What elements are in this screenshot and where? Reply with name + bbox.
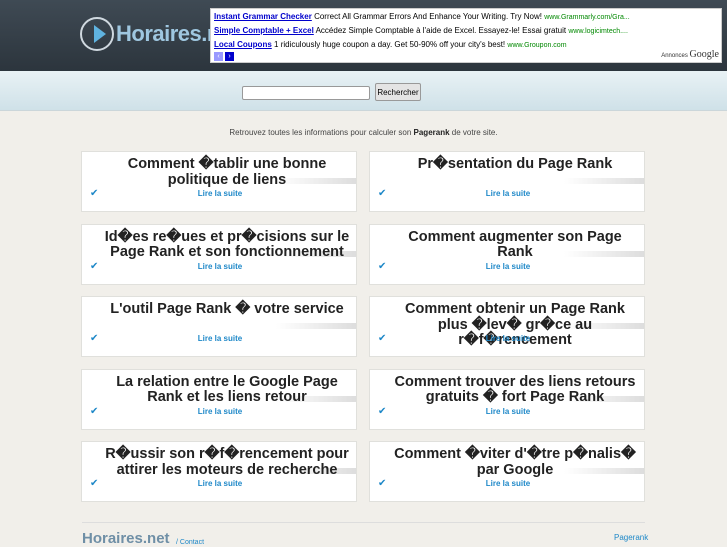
search-button[interactable]: Rechercher xyxy=(375,83,421,101)
ads-by-google[interactable]: Annonces Google xyxy=(661,49,719,60)
article-title[interactable]: R�ussir son r�f�rencement pour attirer l… xyxy=(102,446,352,478)
search-input[interactable] xyxy=(242,86,370,100)
article-title[interactable]: Comment trouver des liens retours gratui… xyxy=(390,374,640,406)
intro-before: Retrouvez toutes les informations pour c… xyxy=(229,128,412,137)
intro-after: de votre site. xyxy=(451,128,498,137)
article-card: Comment �viter d'�tre p�nalis� par Googl… xyxy=(369,441,645,502)
ad-text: Accédez Simple Comptable à l'aide de Exc… xyxy=(315,26,567,35)
article-card: Comment �tablir une bonne politique de l… xyxy=(81,151,357,212)
article-title[interactable]: La relation entre le Google Page Rank et… xyxy=(102,374,352,406)
ad-item[interactable]: Local Coupons 1 ridiculously huge coupon… xyxy=(214,38,718,52)
article-title[interactable]: L'outil Page Rank � votre service xyxy=(102,301,352,318)
intro-text: Retrouvez toutes les informations pour c… xyxy=(0,128,727,137)
read-more-link[interactable]: Lire la suite xyxy=(82,262,358,271)
article-card: R�ussir son r�f�rencement pour attirer l… xyxy=(81,441,357,502)
read-more-link[interactable]: Lire la suite xyxy=(82,189,358,198)
ad-title[interactable]: Local Coupons xyxy=(214,40,272,49)
read-more-link[interactable]: Lire la suite xyxy=(370,479,646,488)
article-card: Id�es re�ues et pr�cisions sur le Page R… xyxy=(81,223,358,285)
logo-text: Horaires xyxy=(116,21,202,46)
ad-text: Correct All Grammar Errors And Enhance Y… xyxy=(314,12,542,21)
read-more-link[interactable]: Lire la suite xyxy=(82,334,358,343)
title-underline xyxy=(276,323,356,329)
article-title[interactable]: Comment augmenter son Page Rank xyxy=(390,229,640,261)
ad-url[interactable]: www.Groupon.com xyxy=(507,42,566,49)
ad-url[interactable]: www.Grammarly.com/Gra... xyxy=(544,14,629,21)
read-more-link[interactable]: Lire la suite xyxy=(370,334,646,343)
ads-label: Annonces xyxy=(661,53,688,59)
footer-logo[interactable]: Horaires.net xyxy=(82,530,170,547)
article-card: Pr�sentation du Page Rank ✔ Lire la suit… xyxy=(369,151,645,212)
ad-banner: Instant Grammar Checker Correct All Gram… xyxy=(210,8,722,63)
intro-bold: Pagerank xyxy=(413,128,450,137)
article-card: Comment augmenter son Page Rank ✔ Lire l… xyxy=(369,223,646,285)
ad-item[interactable]: Instant Grammar Checker Correct All Gram… xyxy=(214,10,718,24)
article-card: Comment obtenir un Page Rank plus �lev� … xyxy=(369,296,645,357)
pagerank-link[interactable]: Pagerank xyxy=(614,533,648,542)
ad-next-button[interactable]: › xyxy=(225,52,234,61)
article-card: Comment trouver des liens retours gratui… xyxy=(369,368,646,430)
ad-title[interactable]: Instant Grammar Checker xyxy=(214,12,312,21)
ad-url[interactable]: www.logicimtech.... xyxy=(568,28,628,35)
article-title[interactable]: Pr�sentation du Page Rank xyxy=(390,156,640,173)
ad-title[interactable]: Simple Comptable + Excel xyxy=(214,26,314,35)
read-more-link[interactable]: Lire la suite xyxy=(82,407,358,416)
ad-prev-button[interactable]: ‹ xyxy=(214,52,223,61)
footer-divider xyxy=(82,522,645,523)
read-more-link[interactable]: Lire la suite xyxy=(82,479,358,488)
read-more-link[interactable]: Lire la suite xyxy=(370,262,646,271)
ad-text: 1 ridiculously huge coupon a day. Get 50… xyxy=(274,40,506,49)
article-card: L'outil Page Rank � votre service ✔ Lire… xyxy=(81,296,357,357)
google-brand: Google xyxy=(689,49,719,60)
logo-icon xyxy=(80,17,114,51)
search-band: Rechercher xyxy=(0,71,727,111)
title-underline xyxy=(564,178,644,184)
article-title[interactable]: Comment �viter d'�tre p�nalis� par Googl… xyxy=(390,446,640,478)
header: Horaires.net Instant Grammar Checker Cor… xyxy=(0,0,727,71)
ad-item[interactable]: Simple Comptable + Excel Accédez Simple … xyxy=(214,24,718,38)
article-card: La relation entre le Google Page Rank et… xyxy=(81,368,358,430)
article-title[interactable]: Id�es re�ues et pr�cisions sur le Page R… xyxy=(102,229,352,261)
article-title[interactable]: Comment �tablir une bonne politique de l… xyxy=(102,156,352,188)
read-more-link[interactable]: Lire la suite xyxy=(370,189,646,198)
read-more-link[interactable]: Lire la suite xyxy=(370,407,646,416)
